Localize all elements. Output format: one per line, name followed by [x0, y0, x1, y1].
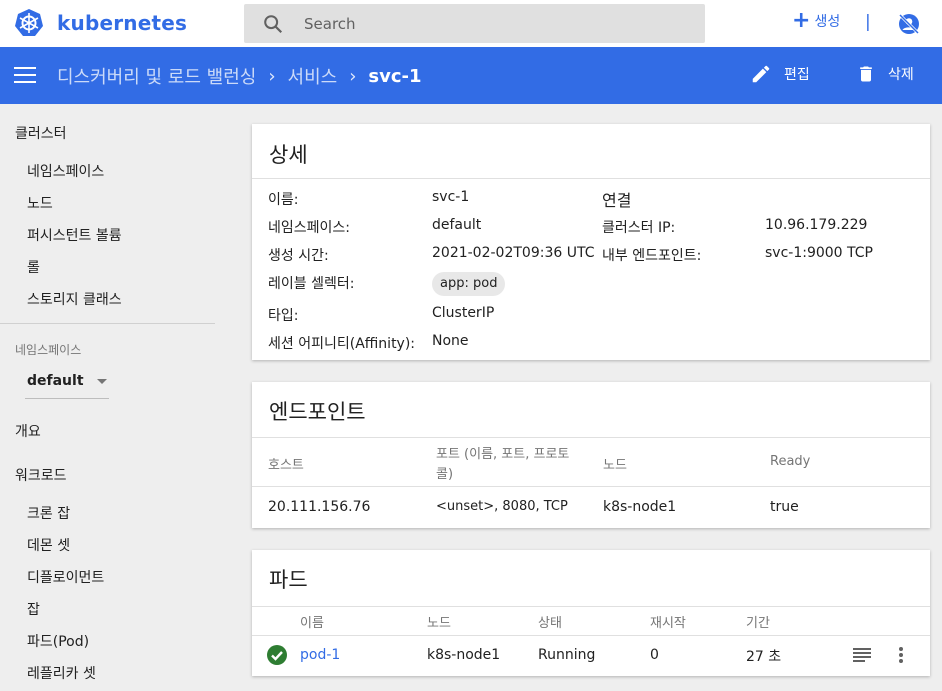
detail-value-affinity: None	[432, 333, 469, 349]
endpoints-divider	[252, 437, 930, 438]
breadcrumb-services[interactable]: 서비스	[288, 63, 338, 89]
logs-icon[interactable]	[853, 647, 871, 663]
endpoints-col-ready: Ready	[770, 454, 811, 469]
endpoint-ready: true	[770, 499, 799, 515]
trash-icon	[860, 66, 872, 82]
endpoints-header-divider	[252, 486, 930, 487]
sidebar-item-replica-sets[interactable]: 레플리카 셋	[27, 663, 96, 683]
sidebar-item-roles[interactable]: 롤	[27, 257, 40, 277]
create-button[interactable]: + 생성	[792, 9, 840, 33]
connection-value-cluster-ip: 10.96.179.229	[765, 217, 868, 233]
endpoint-host: 20.111.156.76	[268, 499, 371, 515]
sidebar-item-namespaces[interactable]: 네임스페이스	[27, 161, 104, 181]
plus-icon: +	[792, 8, 811, 33]
toolbar-separator: |	[865, 12, 871, 32]
edit-label: 편집	[784, 67, 810, 83]
pods-card: 파드 이름 노드 상태 재시작 기간 pod-1 k8s-node1 Runni…	[252, 550, 930, 676]
details-title: 상세	[269, 143, 308, 167]
breadcrumb: 디스커버리 및 로드 밸런싱 › 서비스 › svc-1	[57, 63, 422, 89]
endpoint-node: k8s-node1	[603, 499, 677, 515]
breadcrumb-current: svc-1	[368, 65, 422, 87]
delete-label: 삭제	[888, 67, 914, 83]
endpoints-col-ports: 포트 (이름, 포트, 프로토	[436, 447, 570, 462]
sidebar: 클러스터 네임스페이스 노드 퍼시스턴트 볼륨 롤 스토리지 클래스 네임스페이…	[0, 104, 230, 691]
detail-label-selector: 레이블 셀렉터:	[268, 276, 355, 292]
pods-col-node: 노드	[427, 616, 451, 631]
pods-title: 파드	[269, 568, 308, 592]
sidebar-item-cron-jobs[interactable]: 크론 잡	[27, 503, 70, 523]
sidebar-item-overview[interactable]: 개요	[15, 421, 41, 441]
pod-age: 27 초	[746, 649, 782, 665]
search-icon	[264, 15, 283, 34]
search-input[interactable]	[304, 12, 684, 36]
more-vert-icon[interactable]	[897, 646, 905, 664]
endpoints-title: 엔드포인트	[269, 400, 366, 424]
endpoints-col-node: 노드	[603, 458, 627, 473]
detail-label-namespace: 네임스페이스:	[268, 220, 350, 236]
kubernetes-logo-icon[interactable]	[14, 8, 44, 38]
connection-label-cluster-ip: 클러스터 IP:	[602, 220, 676, 236]
label-selector-chip: app: pod	[432, 272, 506, 296]
account-off-icon[interactable]	[897, 12, 921, 36]
details-divider	[252, 178, 930, 179]
detail-label-name: 이름:	[268, 192, 299, 208]
sidebar-item-persistent-volumes[interactable]: 퍼시스턴트 볼륨	[27, 225, 122, 245]
sidebar-item-deployments[interactable]: 디플로이먼트	[27, 567, 104, 587]
menu-icon[interactable]	[14, 66, 36, 84]
delete-button[interactable]: 삭제	[856, 63, 914, 85]
pods-col-restarts: 재시작	[650, 616, 686, 631]
endpoints-col-ports-cont: 콜)	[436, 467, 454, 482]
sidebar-heading-cluster[interactable]: 클러스터	[15, 123, 67, 143]
pods-header-divider	[252, 635, 930, 636]
pencil-icon	[752, 65, 770, 83]
sidebar-item-pods[interactable]: 파드(Pod)	[27, 631, 89, 651]
pods-col-age: 기간	[746, 616, 770, 631]
sidebar-heading-workloads[interactable]: 워크로드	[15, 465, 67, 485]
namespace-label: 네임스페이스	[15, 343, 82, 357]
detail-label-type: 타입:	[268, 308, 299, 324]
pods-col-name: 이름	[300, 616, 324, 631]
caret-down-icon	[97, 379, 107, 384]
pod-name-link[interactable]: pod-1	[300, 647, 340, 663]
detail-value-namespace: default	[432, 217, 482, 233]
check-circle-icon	[267, 645, 287, 665]
pod-restarts: 0	[650, 647, 659, 663]
logo-text[interactable]: kubernetes	[57, 11, 187, 35]
breadcrumb-discovery[interactable]: 디스커버리 및 로드 밸런싱	[57, 63, 256, 89]
detail-value-created: 2021-02-02T09:36 UTC	[432, 245, 595, 261]
details-card: 상세 이름: svc-1 네임스페이스: default 생성 시간: 2021…	[252, 124, 930, 360]
pods-col-status: 상태	[538, 616, 562, 631]
create-label: 생성	[814, 14, 841, 30]
sidebar-item-nodes[interactable]: 노드	[27, 193, 53, 213]
endpoints-col-host: 호스트	[268, 458, 304, 473]
chevron-right-icon: ›	[349, 65, 357, 87]
search-box[interactable]	[244, 4, 705, 43]
sidebar-item-daemon-sets[interactable]: 데몬 셋	[27, 535, 70, 555]
sidebar-divider	[0, 323, 215, 324]
chevron-right-icon: ›	[268, 65, 276, 87]
endpoint-ports: <unset>, 8080, TCP	[436, 499, 568, 514]
detail-label-created: 생성 시간:	[268, 248, 329, 264]
connection-title: 연결	[602, 191, 632, 210]
pod-status: Running	[538, 647, 596, 663]
pods-divider	[252, 606, 930, 607]
edit-button[interactable]: 편집	[750, 63, 810, 85]
top-bar: kubernetes + 생성 |	[0, 0, 942, 47]
sidebar-item-storage-classes[interactable]: 스토리지 클래스	[27, 289, 122, 309]
endpoints-card: 엔드포인트 호스트 포트 (이름, 포트, 프로토 콜) 노드 Ready 20…	[252, 382, 930, 528]
pod-node: k8s-node1	[427, 647, 501, 663]
namespace-select[interactable]: default	[25, 366, 109, 399]
connection-value-internal-endpoint: svc-1:9000 TCP	[765, 245, 873, 261]
detail-value-name: svc-1	[432, 189, 470, 205]
detail-value-type: ClusterIP	[432, 305, 495, 321]
sidebar-item-jobs[interactable]: 잡	[27, 599, 40, 619]
namespace-value: default	[27, 373, 84, 389]
connection-label-internal-endpoint: 내부 엔드포인트:	[602, 248, 702, 264]
detail-label-affinity: 세션 어피니티(Affinity):	[268, 336, 416, 352]
action-bar: 디스커버리 및 로드 밸런싱 › 서비스 › svc-1 편집 삭제	[0, 47, 942, 104]
